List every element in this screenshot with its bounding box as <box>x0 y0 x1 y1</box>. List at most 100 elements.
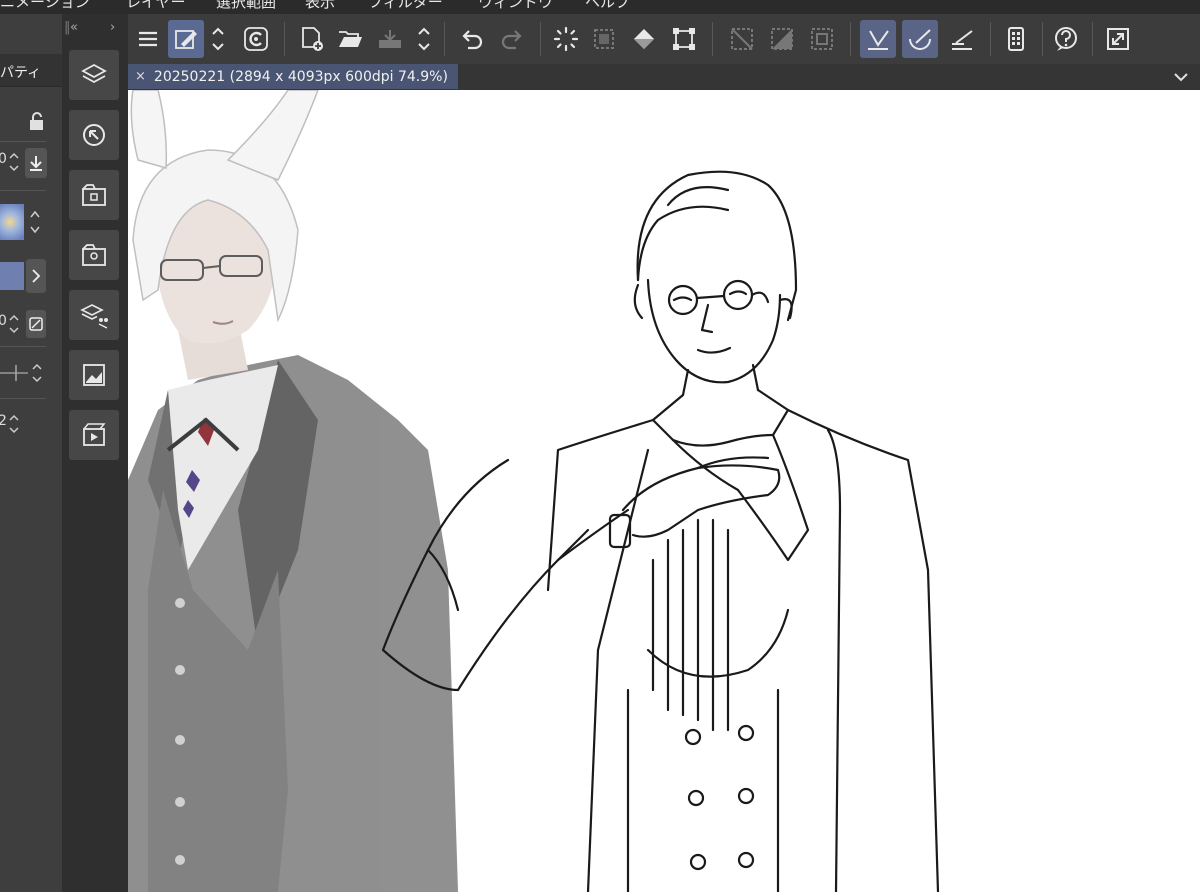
stepper-icon[interactable] <box>28 207 42 237</box>
layer-palette-button[interactable] <box>69 50 119 100</box>
download-button[interactable] <box>25 148 47 178</box>
close-icon[interactable]: × <box>135 69 146 84</box>
snap-special-ruler-icon <box>909 29 931 50</box>
document-tab[interactable]: × 20250221 (2894 x 4093px 600dpi 74.9%) <box>128 64 458 89</box>
menu-icon <box>139 31 157 47</box>
help-icon <box>1055 27 1077 51</box>
snap-ruler-button[interactable] <box>860 20 896 58</box>
clip-studio-button[interactable] <box>238 20 274 58</box>
color-history-icon <box>83 364 105 386</box>
transform-button[interactable] <box>666 20 702 58</box>
device-settings-button[interactable] <box>998 20 1034 58</box>
undo-icon <box>462 30 483 50</box>
command-bar <box>128 14 1200 65</box>
file-stepper[interactable] <box>412 20 436 58</box>
material-icon <box>82 184 106 206</box>
material-palette-button[interactable] <box>69 170 119 220</box>
layer-property-icon <box>80 304 108 329</box>
lasso-deselect-icon <box>553 26 579 52</box>
snap-ruler-icon <box>868 30 889 50</box>
selection-border-icon <box>811 28 833 50</box>
drawing-canvas[interactable] <box>128 90 1200 892</box>
redo-icon <box>501 30 522 50</box>
menu-item-selection[interactable]: 選択範囲 <box>216 0 276 12</box>
chevron-down-icon[interactable] <box>1172 68 1190 86</box>
slider-control[interactable] <box>0 359 46 387</box>
open-file-button[interactable] <box>332 20 368 58</box>
history-palette-button[interactable] <box>69 350 119 400</box>
line-art-figure <box>381 170 940 892</box>
selection-border-button[interactable] <box>804 20 840 58</box>
animation-timeline-icon <box>83 423 106 446</box>
property-value[interactable]: 2 <box>0 413 7 429</box>
menu-item-animation[interactable]: ニメーション <box>0 0 90 12</box>
fullscreen-icon <box>1107 28 1129 50</box>
new-file-button[interactable] <box>294 20 330 58</box>
property-value[interactable]: 0 <box>0 313 7 329</box>
property-value[interactable]: 0 <box>0 151 7 167</box>
collapse-left-icon[interactable]: « <box>70 20 78 35</box>
collapse-right-icon[interactable]: › <box>110 20 115 35</box>
brush-tool-button[interactable] <box>168 20 204 58</box>
navigator-palette-button[interactable] <box>69 110 119 160</box>
stepper-icon[interactable] <box>8 412 20 436</box>
help-button[interactable] <box>1048 20 1084 58</box>
open-folder-icon <box>339 31 362 47</box>
main-menu-button[interactable] <box>130 20 166 58</box>
layer-property-palette-button[interactable] <box>69 290 119 340</box>
animation-palette-button[interactable] <box>69 410 119 460</box>
brush-tool-icon <box>175 30 197 49</box>
device-settings-icon <box>1008 27 1024 51</box>
color-swatch-solid[interactable] <box>0 262 24 290</box>
menu-item-window[interactable]: ウィンドウ <box>478 0 553 12</box>
stepper-icon <box>418 27 430 51</box>
select-all-icon <box>594 29 614 49</box>
chevron-right-icon <box>32 269 41 283</box>
sub-view-icon <box>82 244 106 266</box>
snap-special-ruler-button[interactable] <box>902 20 938 58</box>
fullscreen-button[interactable] <box>1100 20 1136 58</box>
transform-icon <box>673 28 695 50</box>
document-tab-title: 20250221 (2894 x 4093px 600dpi 74.9%) <box>153 68 448 85</box>
property-panel: パティ 0 0 2 <box>0 14 63 892</box>
deselect-button[interactable] <box>548 20 584 58</box>
select-all-button[interactable] <box>586 20 622 58</box>
fill-button[interactable] <box>626 20 662 58</box>
subview-palette-button[interactable] <box>69 230 119 280</box>
stepper-icon <box>212 27 224 51</box>
save-button[interactable] <box>372 20 408 58</box>
color-swatch[interactable] <box>0 204 24 240</box>
reference-figure <box>128 90 458 892</box>
undo-button[interactable] <box>454 20 490 58</box>
clear-button[interactable] <box>724 20 760 58</box>
clear-icon <box>731 28 753 50</box>
menu-item-filter[interactable]: フィルター <box>368 0 443 12</box>
save-icon <box>379 30 401 48</box>
snap-grid-icon <box>952 30 973 50</box>
palette-icon-column: ‖ « › <box>62 14 128 892</box>
lock-icon[interactable] <box>28 112 46 132</box>
clip-studio-icon <box>244 27 268 51</box>
navigator-icon <box>83 124 105 146</box>
menu-item-view[interactable]: 表示 <box>305 0 335 12</box>
new-file-icon <box>302 27 323 51</box>
expand-button[interactable] <box>26 259 46 293</box>
menu-item-layer[interactable]: レイヤー <box>126 0 186 12</box>
property-tab-label: パティ <box>0 65 42 81</box>
artwork <box>128 90 940 892</box>
menu-item-help[interactable]: ヘルプ <box>585 0 630 12</box>
tool-stepper[interactable] <box>206 20 230 58</box>
stepper-icon[interactable] <box>8 150 20 174</box>
no-entry-icon <box>29 317 43 331</box>
disable-button[interactable] <box>26 310 46 338</box>
snap-grid-button[interactable] <box>944 20 980 58</box>
document-tab-strip: × 20250221 (2894 x 4093px 600dpi 74.9%) <box>128 64 1200 90</box>
download-icon <box>30 156 42 171</box>
stepper-icon[interactable] <box>8 312 20 336</box>
redo-button[interactable] <box>494 20 530 58</box>
invert-selection-button[interactable] <box>764 20 800 58</box>
fill-icon <box>634 29 654 49</box>
menu-bar: ニメーション レイヤー 選択範囲 表示 フィルター ウィンドウ ヘルプ <box>0 0 1200 14</box>
layer-icon <box>81 63 107 84</box>
invert-selection-icon <box>771 28 793 50</box>
